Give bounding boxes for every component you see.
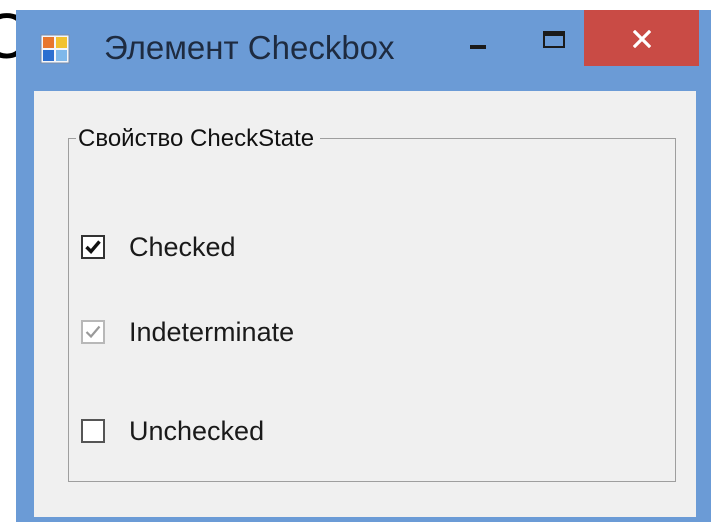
screenshot-stage: С Элемент Checkbox Свойство CheckState C…	[0, 0, 711, 522]
client-area: Свойство CheckState Checked Indeterminat…	[34, 91, 696, 517]
close-button[interactable]	[584, 10, 699, 66]
minimize-icon	[470, 45, 486, 49]
checkbox-checked-label[interactable]: Checked	[129, 231, 236, 263]
checkbox-indeterminate-box[interactable]	[81, 320, 105, 344]
maximize-button[interactable]	[524, 18, 584, 62]
checkbox-unchecked-box[interactable]	[81, 419, 105, 443]
form-window: Элемент Checkbox Свойство CheckState Che…	[16, 10, 711, 522]
checkbox-checked-box[interactable]	[81, 235, 105, 259]
checkbox-indeterminate-label[interactable]: Indeterminate	[129, 316, 294, 348]
check-icon	[85, 325, 101, 339]
check-icon	[85, 240, 101, 255]
minimize-button[interactable]	[448, 24, 508, 68]
app-icon[interactable]	[40, 34, 70, 64]
close-icon	[633, 30, 651, 48]
groupbox-label: Свойство CheckState	[76, 126, 321, 152]
checkbox-unchecked-label[interactable]: Unchecked	[129, 415, 264, 447]
maximize-icon	[543, 31, 565, 48]
title-bar[interactable]: Элемент Checkbox	[16, 10, 711, 90]
window-title: Элемент Checkbox	[104, 29, 395, 66]
